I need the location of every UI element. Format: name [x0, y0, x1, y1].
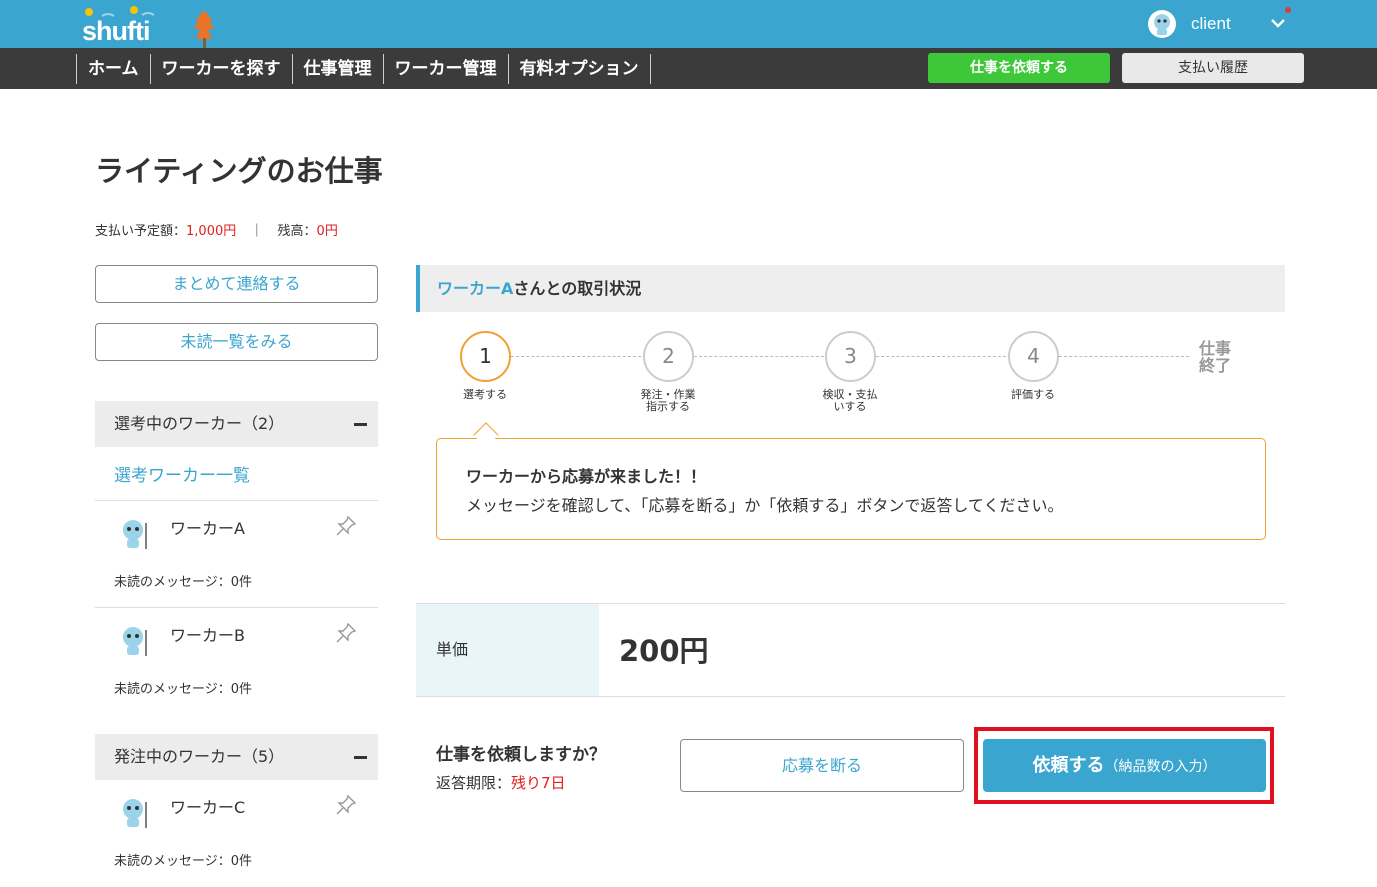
balance-separator: ｜	[250, 224, 264, 239]
unread-count: 未読のメッセージ：0件	[114, 854, 253, 869]
nav-bar: ホーム ワーカーを探す 仕事管理 ワーカー管理 有料オプション 仕事を依頼する …	[0, 48, 1377, 89]
shufti-logo[interactable]: shufti	[82, 6, 222, 48]
unread-count: 未読のメッセージ：0件	[114, 682, 253, 697]
logo-text: shufti	[82, 16, 150, 46]
pin-icon[interactable]	[335, 515, 357, 537]
worker-item[interactable]: ワーカーA 未読のメッセージ：0件	[95, 500, 378, 607]
user-name: client	[1191, 14, 1231, 33]
payment-history-button[interactable]: 支払い履歴	[1122, 53, 1304, 83]
page-title: ライティングのお仕事	[95, 154, 383, 188]
collapse-icon[interactable]	[354, 423, 367, 426]
unread-count: 未読のメッセージ：0件	[114, 575, 253, 590]
remaining-balance-label: 残高：	[277, 224, 317, 239]
top-bar: shufti client	[0, 0, 1377, 48]
unit-price-label: 単価	[416, 604, 599, 696]
decline-application-button[interactable]: 応募を断る	[680, 739, 964, 792]
bulk-contact-button[interactable]: まとめて連絡する	[95, 265, 378, 303]
worker-name: ワーカーB	[170, 626, 245, 645]
step-2-label: 発注・作業指示する	[640, 388, 696, 413]
nav-item-worker-management[interactable]: ワーカー管理	[382, 54, 508, 84]
step-4-circle: 4	[1008, 331, 1059, 382]
deadline-value: 残り7日	[511, 774, 566, 792]
pin-icon[interactable]	[335, 794, 357, 816]
user-avatar	[1148, 10, 1176, 38]
step-1-label: 選考する	[463, 388, 507, 401]
request-question: 仕事を依頼しますか？	[436, 745, 606, 765]
unit-price-value: 200円	[619, 634, 709, 668]
step-2-circle: 2	[643, 331, 694, 382]
status-header-suffix: さんとの取引状況	[513, 279, 642, 298]
step-3-label: 検収・支払いする	[822, 388, 878, 413]
balance-summary: 支払い予定額：1,000円 ｜ 残高：0円	[95, 220, 338, 239]
unread-list-button[interactable]: 未読一覧をみる	[95, 323, 378, 361]
accept-sub-label: （納品数の入力）	[1104, 759, 1217, 775]
nav-item-find-workers[interactable]: ワーカーを探す	[149, 54, 292, 84]
deadline-label: 返答期限：	[436, 774, 512, 792]
ordering-workers-title: 発注中のワーカー（5）	[114, 747, 285, 766]
worker-avatar-icon	[123, 627, 147, 656]
step-connector	[511, 356, 641, 357]
ordering-workers-header[interactable]: 発注中のワーカー（5）	[95, 734, 378, 780]
worker-avatar-icon	[123, 799, 147, 828]
step-connector	[694, 356, 824, 357]
chevron-down-icon[interactable]	[1270, 15, 1286, 31]
worker-item[interactable]: ワーカーC 未読のメッセージ：0件	[95, 780, 378, 887]
notice-body: メッセージを確認して、「応募を断る」か「依頼する」ボタンで返答してください。	[466, 496, 1064, 515]
worker-item[interactable]: ワーカーB 未読のメッセージ：0件	[95, 607, 378, 714]
step-connector	[1059, 356, 1189, 357]
nav-item-home[interactable]: ホーム	[76, 54, 150, 84]
request-job-button[interactable]: 仕事を依頼する	[928, 53, 1110, 83]
accept-request-button[interactable]: 依頼する（納品数の入力）	[983, 739, 1266, 792]
worker-name: ワーカーA	[170, 519, 245, 538]
response-deadline: 返答期限：残り7日	[436, 772, 566, 793]
nav-item-paid-options[interactable]: 有料オプション	[507, 54, 651, 84]
step-4-label: 評価する	[1011, 388, 1055, 401]
step-connector	[876, 356, 1006, 357]
remaining-balance-value: 0円	[316, 224, 338, 239]
mascot-icon	[1154, 14, 1170, 35]
notice-title: ワーカーから応募が来ました！！	[466, 467, 707, 486]
transaction-status-header: ワーカーAさんとの取引状況	[416, 265, 1285, 312]
notice-box	[436, 438, 1266, 540]
collapse-icon[interactable]	[354, 756, 367, 759]
main-nav: ホーム ワーカーを探す 仕事管理 ワーカー管理 有料オプション	[76, 54, 651, 84]
nav-item-job-management[interactable]: 仕事管理	[291, 54, 383, 84]
selecting-workers-header[interactable]: 選考中のワーカー（2）	[95, 401, 378, 447]
pin-icon[interactable]	[335, 622, 357, 644]
worker-avatar-icon	[123, 520, 147, 549]
step-3-circle: 3	[825, 331, 876, 382]
worker-name: ワーカーC	[170, 798, 246, 817]
notification-dot	[1285, 7, 1291, 13]
planned-payment-label: 支払い予定額：	[95, 224, 187, 239]
status-worker-name: ワーカーA	[437, 279, 514, 298]
selection-list-link[interactable]: 選考ワーカー一覧	[114, 461, 250, 486]
accept-label: 依頼する	[1032, 755, 1105, 776]
step-end-label: 仕事終了	[1199, 339, 1232, 375]
step-1-circle: 1	[460, 331, 511, 382]
planned-payment-value: 1,000円	[186, 224, 237, 239]
unit-price-row: 単価 200円	[416, 603, 1285, 697]
selecting-workers-title: 選考中のワーカー（2）	[114, 414, 285, 433]
